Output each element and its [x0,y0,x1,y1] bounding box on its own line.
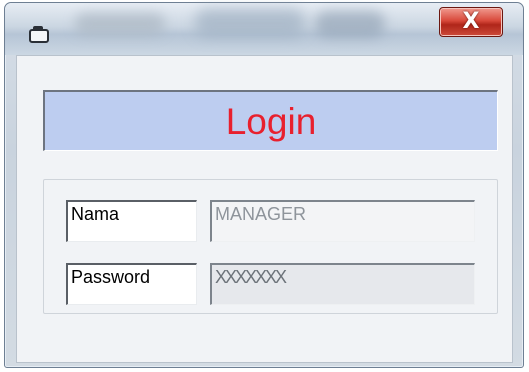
window-app-icon[interactable] [29,26,49,43]
password-label: Password [66,263,197,305]
titlebar-background-blur [75,13,165,35]
dialog-body: Login Nama MANAGER Password XXXXXXX [16,55,513,363]
nama-input[interactable]: MANAGER [210,200,475,242]
credentials-group: Nama MANAGER Password XXXXXXX [43,179,498,314]
title-bar[interactable]: X [5,3,523,55]
login-title: Login [225,101,317,142]
titlebar-background-blur [315,11,385,37]
password-input[interactable]: XXXXXXX [210,263,475,305]
nama-label: Nama [66,200,197,242]
close-button[interactable]: X [439,7,503,37]
login-window: X Login Nama MANAGER Password XXXXXXX [4,2,524,368]
login-header-panel: Login [43,90,498,151]
titlebar-background-blur [195,9,305,37]
close-icon: X [462,9,480,34]
